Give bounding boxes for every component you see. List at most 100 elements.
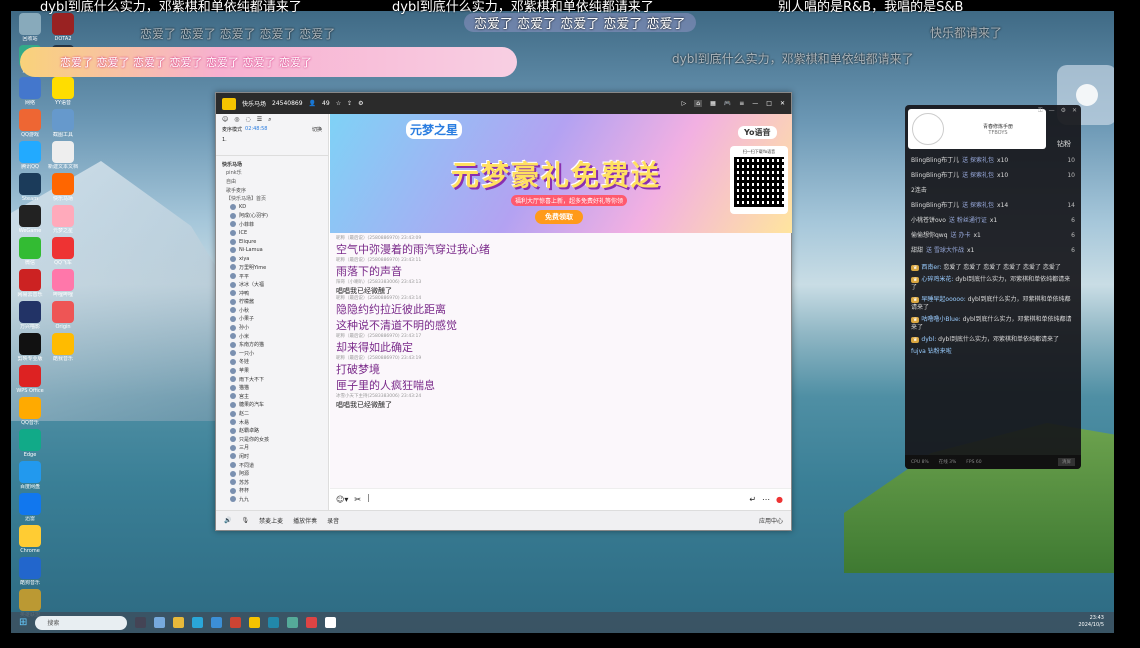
member-item[interactable]: 杯杯 (216, 487, 328, 496)
speaker-icon[interactable]: 🔊 (224, 517, 231, 524)
taskview-icon[interactable] (135, 617, 147, 628)
settings-icon[interactable]: ⚙ (1061, 107, 1066, 115)
claim-button[interactable]: 免费领取 (535, 210, 583, 224)
fan-tab[interactable]: 钻粉 (1057, 139, 1071, 149)
member-item[interactable]: 宫主 (216, 392, 328, 401)
member-item[interactable]: 东南方的猫 (216, 340, 328, 349)
layout-icon[interactable]: ▦ (710, 100, 716, 107)
desktop-icon[interactable]: QQ音乐 (15, 397, 45, 426)
desktop-icon[interactable]: Chrome (15, 525, 45, 554)
member-item[interactable]: 平平 (216, 272, 328, 281)
app-icon[interactable] (287, 617, 299, 628)
desktop-icon[interactable]: 快乐马场 (48, 173, 78, 202)
taskbar-search[interactable]: 搜索 (35, 615, 128, 630)
share-icon[interactable]: ⇪ (347, 100, 352, 107)
desktop-icon[interactable]: QQ游戏 (15, 109, 45, 138)
desktop-icon[interactable]: 截图工具 (48, 109, 78, 138)
member-item[interactable]: 冰冰（大福 (216, 280, 328, 289)
search-icon[interactable]: ⌕ (268, 116, 271, 123)
mic-button[interactable]: 禁麦上麦 (259, 516, 283, 525)
member-item[interactable]: 苏苏 (216, 478, 328, 487)
explorer-icon[interactable] (173, 617, 185, 628)
start-icon[interactable]: ⊞ (19, 617, 27, 628)
member-item[interactable]: 不同道 (216, 461, 328, 470)
maximize-icon[interactable]: □ (766, 100, 772, 107)
desktop-icon[interactable]: QQ飞车 (48, 237, 78, 266)
mic-toggle-icon[interactable]: 🎙 (241, 517, 249, 524)
member-item[interactable]: ICE (216, 229, 328, 238)
member-item[interactable]: 阿成(心羽宇) (216, 212, 328, 221)
desktop-icon[interactable]: 回收站 (15, 13, 45, 42)
member-item[interactable]: Ni·Lamua (216, 246, 328, 255)
list-icon[interactable]: ☰ (257, 116, 262, 123)
app-icon[interactable] (249, 617, 261, 628)
member-item[interactable]: 只是你的女孩 (216, 435, 328, 444)
settings-icon[interactable]: ⚙ (358, 100, 363, 107)
music-button[interactable]: 播放伴奏 (293, 516, 317, 525)
desktop-icon[interactable]: 元梦之星 (48, 205, 78, 234)
app-icon[interactable] (325, 617, 337, 628)
home-icon[interactable]: ⌂ (694, 100, 703, 107)
gamepad-icon[interactable]: 🎮 (724, 100, 731, 107)
desktop-icon[interactable]: 迅雷 (15, 493, 45, 522)
widgets-icon[interactable] (154, 617, 166, 628)
member-item[interactable]: 一只小 (216, 349, 328, 358)
desktop-icon[interactable]: 酷我音乐 (48, 333, 78, 362)
screenshot-icon[interactable]: ✂ (354, 495, 361, 504)
star-icon[interactable]: ☆ (336, 100, 341, 107)
member-item[interactable]: 小米 (216, 332, 328, 341)
member-item[interactable]: 冬娃 (216, 358, 328, 367)
user-icon[interactable]: ☺ (222, 116, 228, 123)
desktop-icon[interactable]: 腾讯QQ (15, 141, 45, 170)
close-icon[interactable]: ✕ (1072, 107, 1077, 115)
lock-icon[interactable]: ⚿ (1038, 107, 1043, 115)
member-item[interactable]: 柠檬酱 (216, 298, 328, 307)
location-icon[interactable]: ◎ (234, 116, 239, 123)
desktop-icon[interactable]: Origin (48, 301, 78, 330)
member-item[interactable]: xiya (216, 255, 328, 264)
minimize-icon[interactable]: — (752, 100, 758, 107)
app-center-button[interactable]: 应用中心 (759, 516, 783, 525)
desktop-icon[interactable]: 酷狗音乐 (15, 557, 45, 586)
mode-switch-button[interactable]: 切换 (312, 126, 322, 133)
app-icon[interactable] (306, 617, 318, 628)
desktop-icon[interactable]: 微信 (15, 237, 45, 266)
chat-icon[interactable]: ◌ (246, 116, 251, 123)
message-input[interactable]: | (367, 493, 743, 507)
more-icon[interactable]: ⋯ (762, 495, 770, 504)
member-item[interactable]: 赵霸卓路 (216, 426, 328, 435)
desktop-icon[interactable]: Steam (15, 173, 45, 202)
channel-item[interactable]: 自由 (216, 177, 328, 186)
member-item[interactable]: 三月 (216, 444, 328, 453)
desktop-icon[interactable]: 哔哩哔哩 (48, 269, 78, 298)
member-item[interactable]: 阿源 (216, 469, 328, 478)
channel-item[interactable]: pink乐 (216, 169, 328, 178)
member-item[interactable]: 苹果 (216, 366, 328, 375)
member-item[interactable]: 猫猫 (216, 383, 328, 392)
member-item[interactable]: 小秋 (216, 306, 328, 315)
desktop-icon[interactable]: 万兴喵影 (15, 301, 45, 330)
desktop-icon[interactable]: 剪映专业版 (15, 333, 45, 362)
member-item[interactable]: KD (216, 203, 328, 212)
channel-item[interactable]: 歌手麦序 (216, 186, 328, 195)
record-button[interactable]: 录音 (327, 516, 339, 525)
channel-item[interactable]: 【快乐马场】首页 (216, 194, 328, 203)
desktop-icon[interactable]: DOTA2 (48, 13, 78, 42)
member-item[interactable]: 小果子 (216, 315, 328, 324)
close-icon[interactable]: ✕ (780, 100, 785, 107)
member-item[interactable]: 九九 (216, 495, 328, 504)
member-item[interactable]: 雨下大不下 (216, 375, 328, 384)
member-item[interactable]: 糖果的汽车 (216, 401, 328, 410)
desktop-icon[interactable]: 新建文本文档 (48, 141, 78, 170)
edge-icon[interactable] (192, 617, 204, 628)
app-icon[interactable] (268, 617, 280, 628)
desktop-icon[interactable]: 网易云音乐 (15, 269, 45, 298)
member-item[interactable]: 木易 (216, 418, 328, 427)
member-item[interactable]: 冲鸭 (216, 289, 328, 298)
menu-icon[interactable]: ≡ (739, 100, 744, 107)
store-icon[interactable] (211, 617, 223, 628)
desktop-icon[interactable]: 网络 (15, 77, 45, 106)
system-tray-clock[interactable]: 23:43 2024/10/5 (1078, 615, 1104, 629)
minimize-icon[interactable]: — (1049, 107, 1055, 115)
mic-icon[interactable]: ● (776, 495, 783, 504)
